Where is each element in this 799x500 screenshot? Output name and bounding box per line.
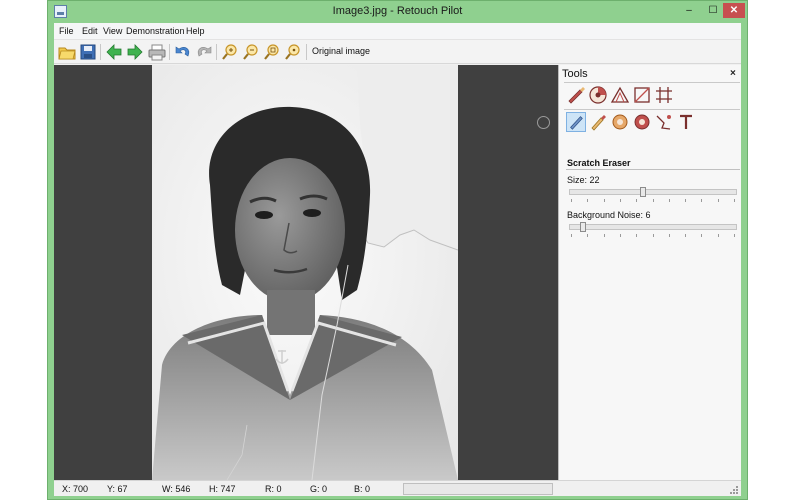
slider-tick (636, 234, 637, 237)
tools-row-1 (564, 85, 734, 107)
section-divider (566, 169, 740, 170)
photo-portrait-icon (152, 65, 458, 480)
menu-help[interactable]: Help (186, 26, 205, 36)
slider-tick (685, 234, 686, 237)
zoom-fit-icon[interactable] (263, 43, 281, 61)
tools-panel: Tools × Scratch Eraser Size: 22 Backgrou… (558, 65, 741, 480)
resize-grip-icon[interactable] (730, 486, 739, 495)
menu-demonstration[interactable]: Demonstration (126, 26, 185, 36)
wand-icon[interactable] (654, 112, 674, 132)
slider-tick (685, 199, 686, 202)
original-image-button[interactable]: Original image (312, 46, 370, 56)
toolbar: Original image (54, 40, 741, 64)
status-height: H: 747 (209, 484, 236, 494)
slider-tick (636, 199, 637, 202)
slider-tick (734, 234, 735, 237)
menu-bar: File Edit View Demonstration Help (54, 23, 741, 40)
back-arrow-icon[interactable] (105, 43, 123, 61)
crop-icon[interactable] (632, 85, 652, 105)
menu-file[interactable]: File (59, 26, 74, 36)
redo-icon[interactable] (195, 43, 213, 61)
color-wheel-icon[interactable] (588, 85, 608, 105)
slider-tick (669, 199, 670, 202)
tools-close-icon[interactable]: × (730, 68, 736, 79)
tools-row-2 (564, 112, 734, 134)
noise-slider[interactable] (569, 222, 737, 232)
zoom-actual-icon[interactable] (284, 43, 302, 61)
image-canvas[interactable] (54, 65, 558, 480)
slider-tick (669, 234, 670, 237)
noise-slider-thumb[interactable] (580, 222, 586, 232)
maximize-icon[interactable]: ☐ (702, 3, 724, 18)
save-icon[interactable] (79, 43, 97, 61)
size-label: Size: 22 (567, 175, 600, 185)
toolbar-separator (100, 44, 101, 60)
status-red: R: 0 (265, 484, 282, 494)
zoom-out-icon[interactable] (242, 43, 260, 61)
slider-tick (587, 199, 588, 202)
photo[interactable] (152, 65, 458, 480)
title-bar[interactable]: Image3.jpg - Retouch Pilot – ☐ ✕ (48, 1, 747, 23)
zoom-in-icon[interactable] (221, 43, 239, 61)
minimize-icon[interactable]: – (678, 3, 700, 18)
menu-view[interactable]: View (103, 26, 122, 36)
slider-tick (718, 234, 719, 237)
status-blue: B: 0 (354, 484, 371, 494)
toolbar-separator (306, 44, 307, 60)
slider-tick (604, 199, 605, 202)
retouch-brush-icon[interactable] (566, 85, 586, 105)
noise-slider-ticks (571, 234, 735, 237)
status-progress-bar (403, 483, 553, 495)
tools-panel-title: Tools (562, 68, 588, 80)
perspective-icon[interactable] (610, 85, 630, 105)
slider-tick (620, 234, 621, 237)
grid-icon[interactable] (654, 85, 674, 105)
noise-label: Background Noise: 6 (567, 210, 651, 220)
brush-cursor (537, 116, 550, 129)
status-y: Y: 67 (107, 484, 128, 494)
print-icon[interactable] (148, 43, 166, 61)
menu-edit[interactable]: Edit (82, 26, 98, 36)
size-slider-ticks (571, 199, 735, 202)
toolbar-separator (216, 44, 217, 60)
tools-divider (564, 109, 740, 110)
status-x: X: 700 (62, 484, 89, 494)
stamp-icon[interactable] (610, 112, 630, 132)
slider-tick (701, 234, 702, 237)
size-slider[interactable] (569, 187, 737, 197)
open-folder-icon[interactable] (58, 43, 76, 61)
slider-tick (734, 199, 735, 202)
forward-arrow-icon[interactable] (126, 43, 144, 61)
healing-brush-icon[interactable] (588, 112, 608, 132)
active-tool-title: Scratch Eraser (567, 158, 631, 168)
slider-tick (571, 234, 572, 237)
slider-tick (653, 234, 654, 237)
toolbar-separator (169, 44, 170, 60)
patch-icon[interactable] (632, 112, 652, 132)
slider-tick (604, 234, 605, 237)
status-width: W: 546 (162, 484, 191, 494)
text-icon[interactable] (676, 112, 696, 132)
close-icon[interactable]: ✕ (723, 3, 745, 18)
app-window: Image3.jpg - Retouch Pilot – ☐ ✕ File Ed… (47, 0, 748, 500)
slider-tick (587, 234, 588, 237)
window-title: Image3.jpg - Retouch Pilot (332, 5, 463, 17)
slider-tick (620, 199, 621, 202)
client-area: File Edit View Demonstration Help Origin… (54, 23, 741, 496)
size-slider-thumb[interactable] (640, 187, 646, 197)
slider-tick (718, 199, 719, 202)
status-bar: X: 700 Y: 67 W: 546 H: 747 R: 0 G: 0 B: … (54, 480, 741, 496)
undo-icon[interactable] (174, 43, 192, 61)
tools-divider (564, 82, 740, 83)
status-green: G: 0 (310, 484, 328, 494)
slider-tick (653, 199, 654, 202)
slider-tick (571, 199, 572, 202)
scratch-eraser-icon[interactable] (566, 112, 586, 132)
slider-tick (701, 199, 702, 202)
